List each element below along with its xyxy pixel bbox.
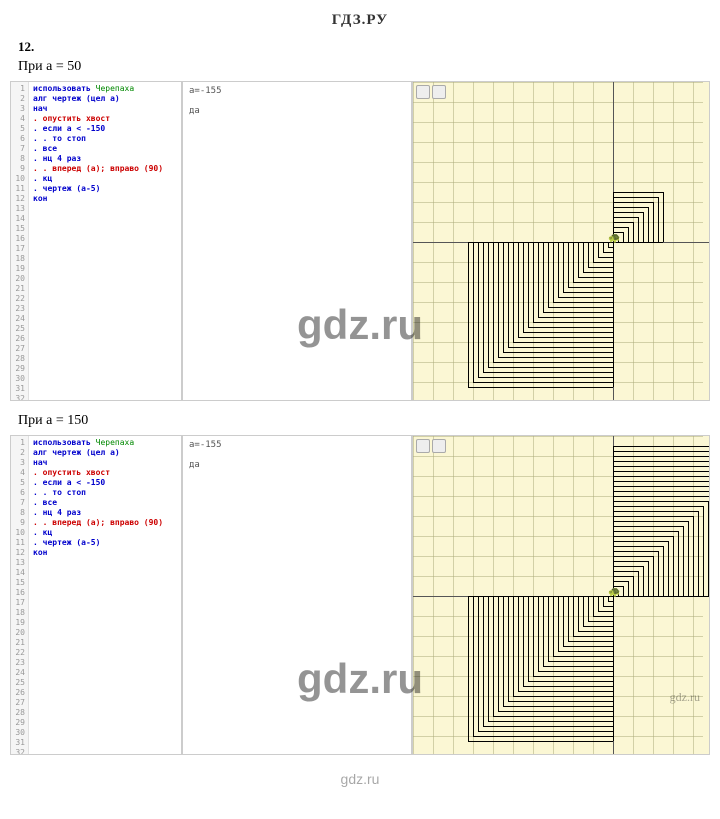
canvas-tool-button[interactable] bbox=[432, 85, 446, 99]
turtle-icon: 🐢 bbox=[608, 588, 618, 598]
block-caption: При a = 50 bbox=[0, 57, 720, 81]
watermark-small: gdz.ru bbox=[670, 690, 700, 705]
canvas-tool-button[interactable] bbox=[432, 439, 446, 453]
canvas-tool-button[interactable] bbox=[416, 85, 430, 99]
line-number-gutter: 1 2 3 4 5 6 7 8 9 10 11 12 13 14 15 16 1… bbox=[11, 436, 29, 754]
values-pane: a=-155 да bbox=[182, 435, 412, 755]
ide-block: 1 2 3 4 5 6 7 8 9 10 11 12 13 14 15 16 1… bbox=[0, 435, 720, 765]
canvas-toolbar bbox=[416, 85, 446, 99]
line-number-gutter: 1 2 3 4 5 6 7 8 9 10 11 12 13 14 15 16 1… bbox=[11, 82, 29, 400]
code-editor[interactable]: 1 2 3 4 5 6 7 8 9 10 11 12 13 14 15 16 1… bbox=[10, 435, 182, 755]
canvas-tool-button[interactable] bbox=[416, 439, 430, 453]
turtle-icon: 🐢 bbox=[608, 234, 618, 244]
code-editor[interactable]: 1 2 3 4 5 6 7 8 9 10 11 12 13 14 15 16 1… bbox=[10, 81, 182, 401]
canvas-toolbar bbox=[416, 439, 446, 453]
block-caption: При a = 150 bbox=[0, 411, 720, 435]
code-body: использовать Черепахаалг чертеж (цел а)н… bbox=[29, 82, 167, 400]
ide-block: 1 2 3 4 5 6 7 8 9 10 11 12 13 14 15 16 1… bbox=[0, 81, 720, 411]
page-title: ГДЗ.РУ bbox=[0, 0, 720, 35]
task-number: 12. bbox=[0, 35, 720, 57]
turtle-canvas[interactable]: 🐢 bbox=[412, 435, 710, 755]
values-pane: a=-155 да bbox=[182, 81, 412, 401]
turtle-canvas[interactable]: 🐢 bbox=[412, 81, 710, 401]
code-body: использовать Черепахаалг чертеж (цел а)н… bbox=[29, 436, 167, 754]
footer-watermark: gdz.ru bbox=[0, 765, 720, 797]
